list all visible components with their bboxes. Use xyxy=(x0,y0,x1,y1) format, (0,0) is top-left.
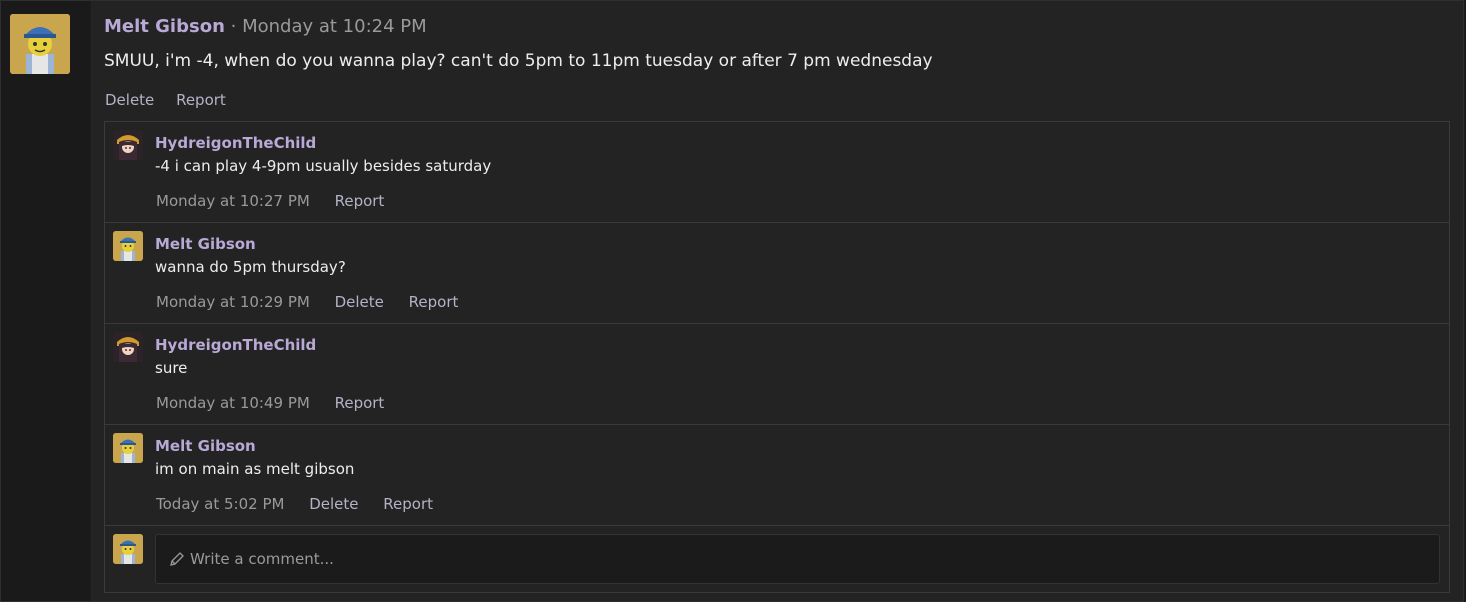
profile-post: Melt Gibson · Monday at 10:24 PM SMUU, i… xyxy=(0,0,1464,602)
post-content: Melt Gibson · Monday at 10:24 PM SMUU, i… xyxy=(92,1,1463,601)
post-header: Melt Gibson · Monday at 10:24 PM xyxy=(104,16,427,37)
avatar[interactable] xyxy=(113,130,143,160)
delete-button[interactable]: Delete xyxy=(335,293,384,311)
comment-item: Melt Gibson im on main as melt gibson To… xyxy=(105,425,1449,526)
comment-author[interactable]: Melt Gibson xyxy=(155,235,256,253)
comment-composer: Write a comment... xyxy=(105,526,1449,592)
comment-text: sure xyxy=(155,359,188,377)
comment-time[interactable]: Monday at 10:27 PM xyxy=(156,192,310,210)
post-author[interactable]: Melt Gibson xyxy=(104,16,225,37)
comment-text: wanna do 5pm thursday? xyxy=(155,258,346,276)
post-body: SMUU, i'm -4, when do you wanna play? ca… xyxy=(104,51,933,71)
comment-item: Melt Gibson wanna do 5pm thursday? Monda… xyxy=(105,223,1449,324)
comment-time[interactable]: Monday at 10:29 PM xyxy=(156,293,310,311)
comment-item: HydreigonTheChild sure Monday at 10:49 P… xyxy=(105,324,1449,425)
avatar[interactable] xyxy=(10,14,70,74)
comment-text: im on main as melt gibson xyxy=(155,460,355,478)
comment-meta: Today at 5:02 PM Delete Report xyxy=(156,495,453,513)
comment-meta: Monday at 10:49 PM Report xyxy=(156,394,404,412)
comment-meta: Monday at 10:27 PM Report xyxy=(156,192,404,210)
comment-author[interactable]: Melt Gibson xyxy=(155,437,256,455)
report-button[interactable]: Report xyxy=(409,293,459,311)
comments-list: HydreigonTheChild -4 i can play 4-9pm us… xyxy=(104,121,1450,593)
report-button[interactable]: Report xyxy=(335,192,385,210)
report-button[interactable]: Report xyxy=(335,394,385,412)
comment-author[interactable]: HydreigonTheChild xyxy=(155,134,316,152)
comment-input[interactable]: Write a comment... xyxy=(155,534,1440,584)
pencil-icon xyxy=(170,552,184,566)
separator: · xyxy=(230,16,237,37)
post-actions: Delete Report xyxy=(105,91,243,109)
comment-author[interactable]: HydreigonTheChild xyxy=(155,336,316,354)
post-time[interactable]: Monday at 10:24 PM xyxy=(242,16,427,37)
avatar[interactable] xyxy=(113,231,143,261)
avatar[interactable] xyxy=(113,332,143,362)
comment-meta: Monday at 10:29 PM Delete Report xyxy=(156,293,478,311)
anime-avatar-icon xyxy=(113,130,143,160)
mechanic-avatar-icon xyxy=(113,534,143,564)
report-button[interactable]: Report xyxy=(176,91,226,109)
report-button[interactable]: Report xyxy=(383,495,433,513)
delete-button[interactable]: Delete xyxy=(105,91,154,109)
comment-time[interactable]: Today at 5:02 PM xyxy=(156,495,284,513)
mechanic-avatar-icon xyxy=(10,14,70,74)
comment-text: -4 i can play 4-9pm usually besides satu… xyxy=(155,157,492,175)
comment-placeholder: Write a comment... xyxy=(190,550,334,568)
mechanic-avatar-icon xyxy=(113,433,143,463)
anime-avatar-icon xyxy=(113,332,143,362)
comment-item: HydreigonTheChild -4 i can play 4-9pm us… xyxy=(105,122,1449,223)
mechanic-avatar-icon xyxy=(113,231,143,261)
post-avatar-column xyxy=(1,1,92,601)
avatar[interactable] xyxy=(113,433,143,463)
comment-time[interactable]: Monday at 10:49 PM xyxy=(156,394,310,412)
delete-button[interactable]: Delete xyxy=(309,495,358,513)
avatar xyxy=(113,534,143,564)
